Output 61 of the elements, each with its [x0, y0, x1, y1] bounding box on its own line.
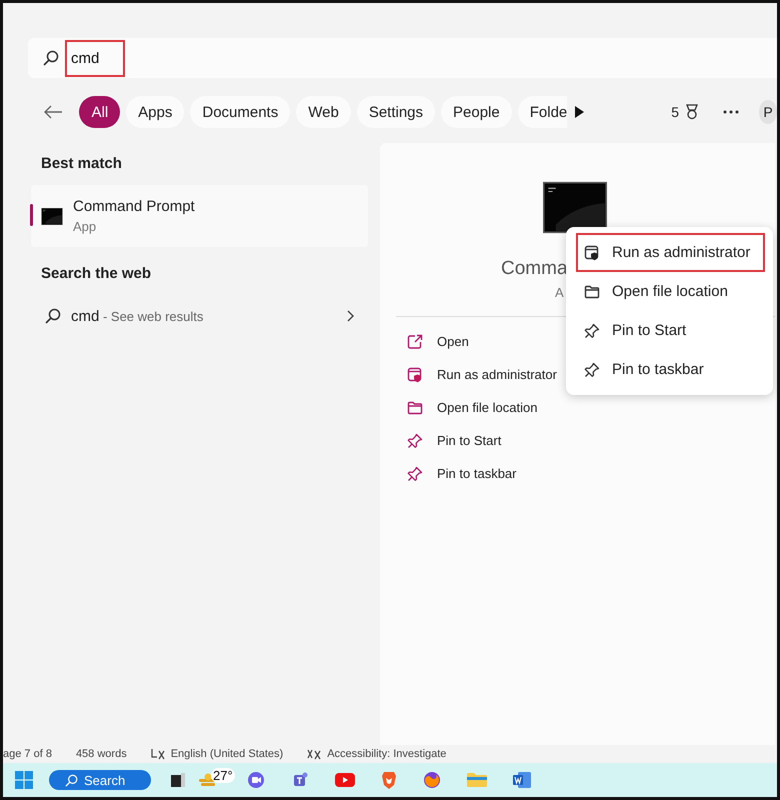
- back-arrow-icon[interactable]: [43, 104, 63, 120]
- pin-icon: [584, 322, 600, 338]
- search-icon: [65, 774, 78, 786]
- query-text: cmd: [65, 40, 126, 76]
- more-icon[interactable]: [723, 110, 740, 114]
- section-heading: Search the web: [41, 265, 152, 282]
- action-item[interactable]: Open: [380, 325, 469, 358]
- document-app-icon[interactable]: [512, 771, 531, 789]
- pin-icon: [584, 362, 600, 378]
- pin-icon: [407, 432, 423, 448]
- filter-chip[interactable]: All: [79, 96, 120, 128]
- result-item[interactable]: Command Prompt App: [31, 185, 368, 247]
- search-field[interactable]: cmd: [28, 38, 777, 78]
- section-heading: Best match: [41, 155, 123, 172]
- windows-logo-icon[interactable]: [15, 771, 33, 789]
- filter-chip[interactable]: Folde: [518, 96, 568, 128]
- search-icon: [45, 308, 61, 324]
- web-search-item[interactable]: cmd - See web results: [31, 296, 368, 336]
- app-title: Comma: [501, 258, 568, 280]
- menu-item[interactable]: Run as administrator: [576, 233, 765, 272]
- action-item[interactable]: Pin to taskbar: [380, 457, 516, 490]
- action-item[interactable]: Run as administrator: [380, 358, 557, 391]
- app-type: A: [555, 285, 564, 300]
- chevron-right-icon: [346, 310, 354, 322]
- medal-icon[interactable]: [685, 104, 700, 120]
- lion-shield-icon[interactable]: [380, 771, 397, 789]
- folder-icon: [584, 284, 600, 300]
- command-prompt-icon: [542, 181, 606, 234]
- filter-chip[interactable]: People: [441, 96, 512, 128]
- video-play-icon[interactable]: [334, 773, 355, 787]
- pin-icon: [407, 466, 423, 482]
- word-count[interactable]: 458 words: [76, 748, 127, 760]
- taskbar-search-button[interactable]: Search: [49, 770, 151, 790]
- window-shield-icon: [584, 244, 600, 260]
- menu-item[interactable]: Open file location: [576, 272, 765, 311]
- command-prompt-icon: [41, 208, 63, 224]
- filter-chip[interactable]: Documents: [190, 96, 290, 128]
- task-view-icon[interactable]: [171, 773, 185, 787]
- filter-chip[interactable]: Web: [296, 96, 351, 128]
- menu-item[interactable]: Pin to taskbar: [576, 350, 765, 389]
- language-label[interactable]: English (United States): [170, 748, 284, 760]
- page-count[interactable]: age 7 of 8: [3, 748, 52, 760]
- user-avatar[interactable]: P: [759, 100, 777, 124]
- temperature-label: 27°: [211, 768, 235, 782]
- menu-item[interactable]: Pin to Start: [576, 311, 765, 350]
- window-shield-icon: [407, 366, 423, 382]
- open-external-icon: [407, 334, 423, 350]
- folder-icon[interactable]: [466, 772, 487, 788]
- folder-icon: [407, 400, 423, 416]
- action-item[interactable]: Pin to Start: [380, 424, 502, 457]
- accessibility-icon[interactable]: [307, 748, 322, 760]
- scroll-right-icon[interactable]: [573, 105, 586, 119]
- fox-globe-icon[interactable]: [422, 771, 441, 789]
- chat-bubble-icon[interactable]: [246, 771, 265, 789]
- filter-chip[interactable]: Settings: [356, 96, 436, 128]
- points-count: 5: [671, 104, 680, 120]
- filter-chip[interactable]: Apps: [126, 96, 184, 128]
- search-icon: [43, 50, 59, 66]
- accessibility-status[interactable]: Accessibility: Investigate: [327, 748, 446, 760]
- action-item[interactable]: Open file location: [380, 391, 538, 424]
- proofing-icon[interactable]: [150, 748, 165, 760]
